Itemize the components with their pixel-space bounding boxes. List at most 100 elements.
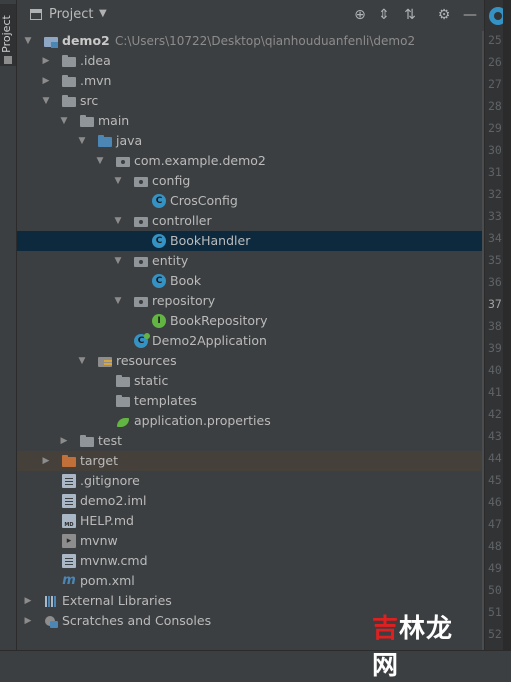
tree-row[interactable]: HELP.md [17,511,484,531]
collapse-all-icon[interactable]: ⇅ [401,6,419,24]
minimize-icon[interactable]: — [461,6,479,24]
chevron-down-icon[interactable]: ▼ [76,355,88,367]
tree-row[interactable]: ▶ test [17,431,484,451]
tree-row[interactable]: ▼ com.example.demo2 [17,151,484,171]
tree-row[interactable]: C Demo2Application [17,331,484,351]
folder-icon [62,94,76,108]
editor-edge [503,0,511,660]
scratches-icon [44,614,58,628]
tree-item-label: HELP.md [80,513,134,528]
folder-icon [116,394,130,408]
tree-item-label: Book [170,273,202,288]
tree-row[interactable]: ▼ repository [17,291,484,311]
tree-row[interactable]: ▶ .idea [17,51,484,71]
tree-item-label: controller [152,213,212,228]
project-toolbar: Project ▼ ⊕ ⇕ ⇅ ⚙ — [17,0,484,32]
tree-row[interactable]: C BookHandler [17,231,484,251]
tree-row[interactable]: ▼ controller [17,211,484,231]
tree-row[interactable]: C Book [17,271,484,291]
interface-icon: I [152,314,166,328]
tree-item-label: test [98,433,123,448]
locate-icon[interactable]: ⊕ [351,6,369,24]
chevron-down-icon[interactable]: ▼ [112,255,124,267]
spring-boot-class-icon: C [134,333,150,348]
chevron-right-icon[interactable]: ▶ [40,455,52,467]
package-icon [134,254,148,268]
tree-item-label: repository [152,293,216,308]
resources-folder-icon [98,354,112,368]
module-icon [44,34,58,48]
chevron-down-icon[interactable]: ▼ [76,135,88,147]
chevron-down-icon[interactable]: ▼ [99,8,107,19]
tree-item-label: External Libraries [62,593,172,608]
tree-row[interactable]: ▼ config [17,171,484,191]
tree-row[interactable]: ▶ .mvn [17,71,484,91]
gear-icon[interactable]: ⚙ [435,6,453,24]
excluded-folder-icon [62,454,76,468]
chevron-right-icon[interactable]: ▶ [22,615,34,627]
project-tool-tab[interactable]: Project [0,4,16,66]
folder-icon [116,374,130,388]
tree-item-label: Scratches and Consoles [62,613,212,628]
chevron-down-icon[interactable]: ▼ [112,175,124,187]
chevron-right-icon[interactable]: ▶ [40,75,52,87]
tree-row[interactable]: C CrosConfig [17,191,484,211]
tree-row[interactable]: ▼ src [17,91,484,111]
tree-item-label: BookHandler [170,233,251,248]
tree-item-label: mvnw.cmd [80,553,148,568]
tree-row[interactable]: .gitignore [17,471,484,491]
class-icon: C [152,234,166,248]
tree-row[interactable]: ▼ entity [17,251,484,271]
project-tool-tab-label: Project [0,15,13,53]
tree-item-label: pom.xml [80,573,135,588]
tree-row[interactable]: ▼ demo2 C:\Users\10722\Desktop\qianhouduan… [17,31,484,51]
folder-icon [80,114,94,128]
chevron-down-icon[interactable]: ▼ [22,35,34,47]
chevron-right-icon[interactable]: ▶ [58,435,70,447]
tree-item-label: application.properties [134,413,271,428]
file-icon [62,494,76,508]
file-icon [62,554,76,568]
folder-icon [62,74,76,88]
tree-row[interactable]: ▸ mvnw [17,531,484,551]
chevron-down-icon[interactable]: ▼ [58,115,70,127]
chevron-down-icon[interactable]: ▼ [112,215,124,227]
libraries-icon [44,594,58,608]
tree-item-label: templates [134,393,197,408]
package-icon [134,174,148,188]
chevron-right-icon[interactable]: ▶ [40,55,52,67]
chevron-right-icon[interactable]: ▶ [22,595,34,607]
chevron-down-icon[interactable]: ▼ [94,155,106,167]
class-icon: C [152,194,166,208]
tree-item-label: mvnw [80,533,118,548]
tree-row[interactable]: m pom.xml [17,571,484,591]
chevron-down-icon[interactable]: ▼ [40,95,52,107]
maven-icon: m [62,573,76,588]
folder-icon [80,434,94,448]
tree-item-label: Demo2Application [152,333,267,348]
shell-script-icon: ▸ [62,534,76,548]
class-icon: C [152,274,166,288]
project-tree: ▼ demo2 C:\Users\10722\Desktop\qianhouduan… [17,31,484,650]
project-view-title[interactable]: Project [49,7,93,22]
tree-item-label: BookRepository [170,313,268,328]
chevron-down-icon[interactable]: ▼ [112,295,124,307]
tree-row[interactable]: ▼ java [17,131,484,151]
spring-properties-icon [116,414,130,428]
tree-row[interactable]: demo2.iml [17,491,484,511]
tree-item-label: main [98,113,130,128]
source-folder-icon [98,134,112,148]
tree-row[interactable]: static [17,371,484,391]
tree-item-label: demo2.iml [80,493,147,508]
tree-row[interactable]: ▼ resources [17,351,484,371]
tree-row[interactable]: mvnw.cmd [17,551,484,571]
expand-all-icon[interactable]: ⇕ [375,6,393,24]
tree-row[interactable]: ▼ main [17,111,484,131]
tree-row[interactable]: I BookRepository [17,311,484,331]
tree-item-label: .mvn [80,73,112,88]
tree-row[interactable]: ▶ target [17,451,484,471]
tree-row[interactable]: templates [17,391,484,411]
tree-row[interactable]: application.properties [17,411,484,431]
tree-item-label: src [80,93,99,108]
watermark: 吉林龙网 [372,608,474,681]
